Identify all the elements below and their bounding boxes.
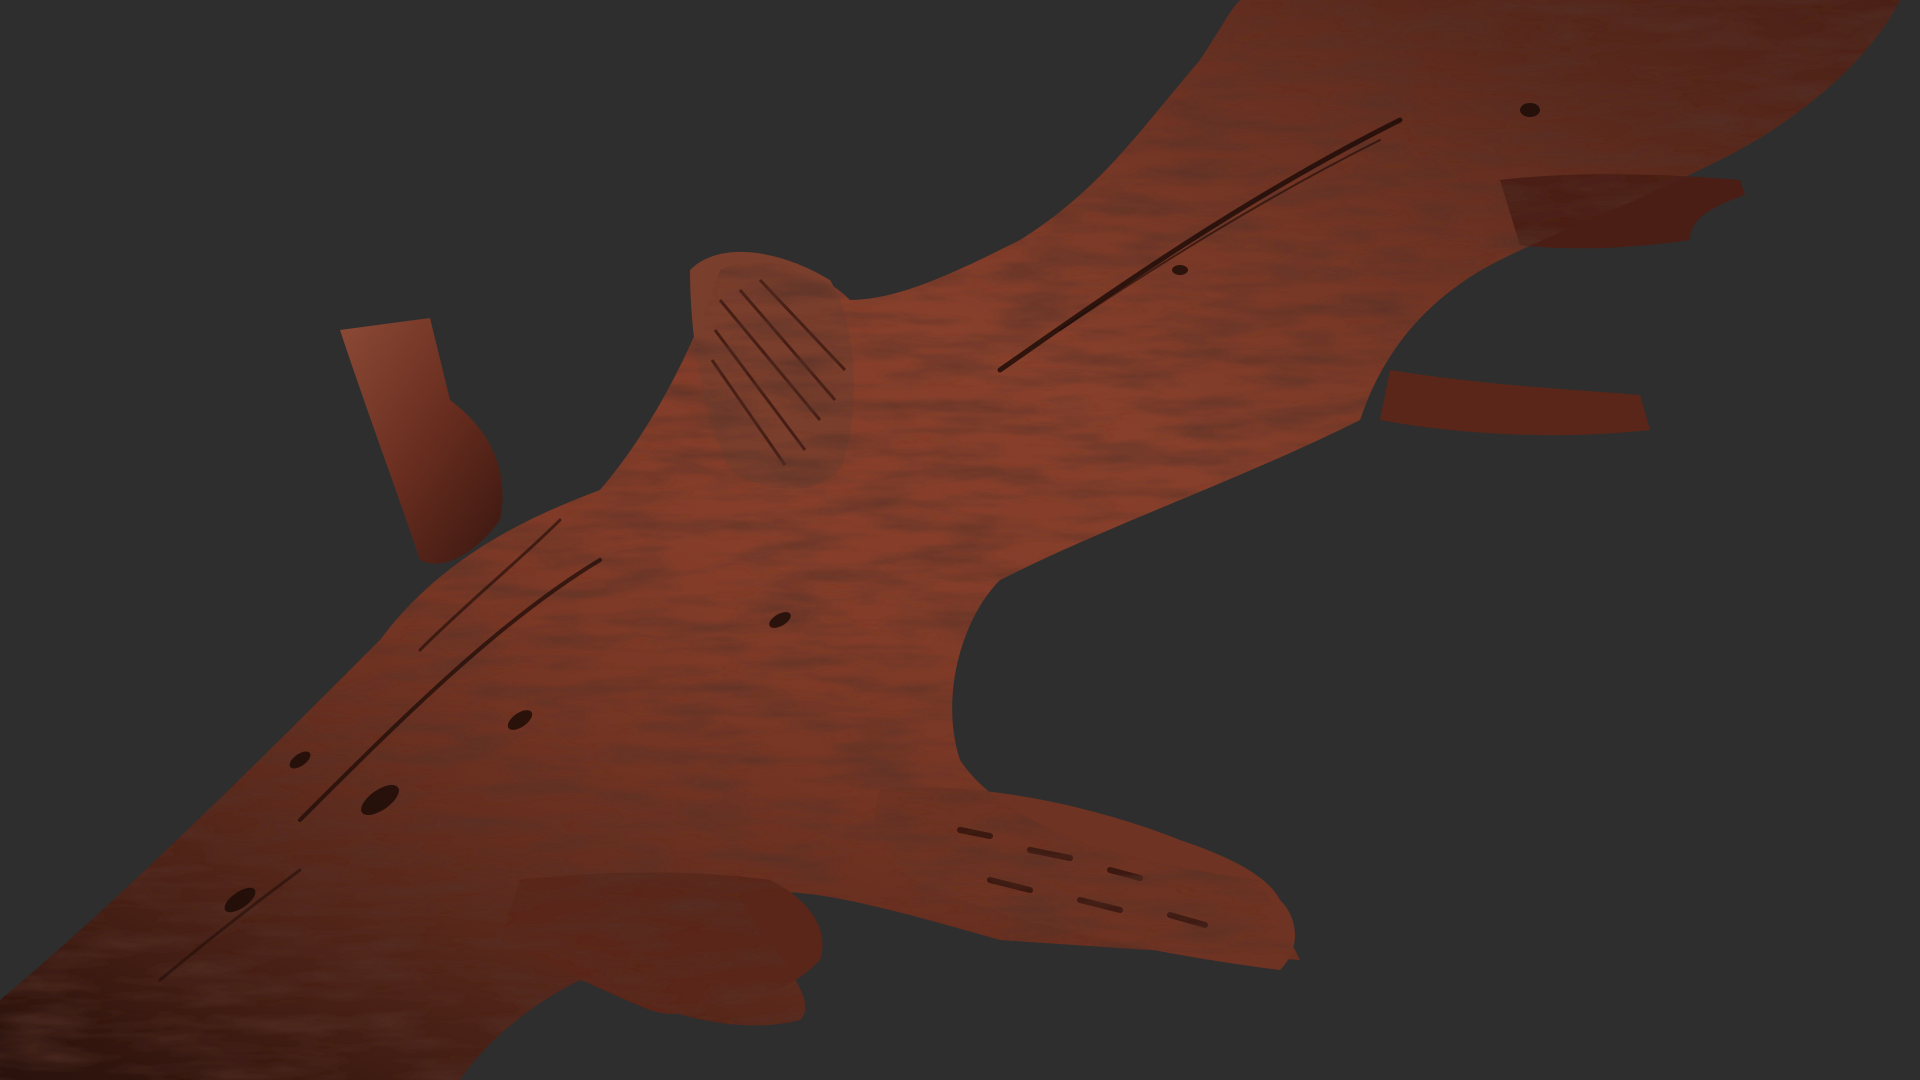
driftwood-render: [0, 0, 1900, 1080]
3d-viewport[interactable]: [0, 0, 1920, 1080]
branch-stub-left: [340, 318, 503, 564]
bark-texture: [0, 0, 1900, 1080]
branch-twig-middle-right: [1380, 370, 1650, 436]
